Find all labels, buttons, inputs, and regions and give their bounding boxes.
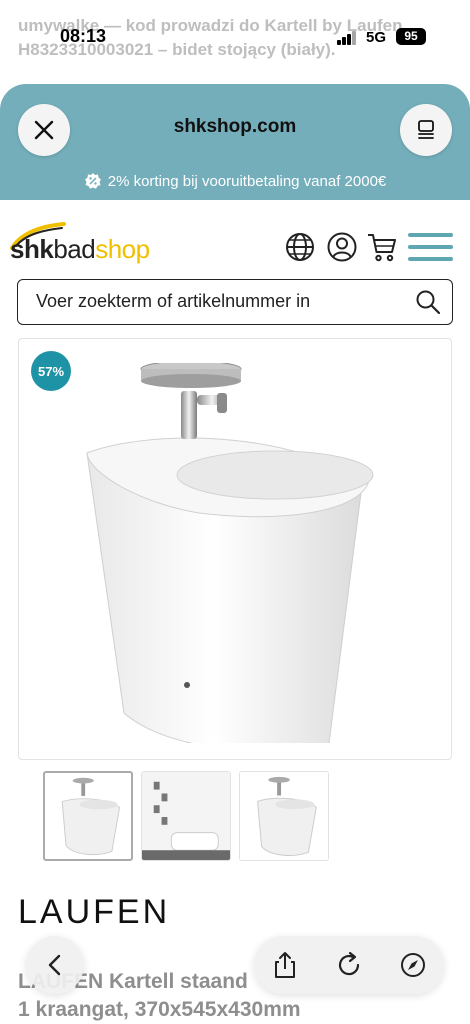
thumbnail-1[interactable] bbox=[43, 771, 133, 861]
battery-level: 95 bbox=[396, 28, 426, 45]
share-icon[interactable] bbox=[270, 950, 300, 980]
logo-part-bad: bad bbox=[53, 234, 96, 264]
page-menu-icon bbox=[418, 120, 434, 139]
logo-part-shop: shop bbox=[95, 234, 150, 264]
search-input[interactable] bbox=[18, 280, 398, 323]
status-time: 08:13 bbox=[60, 26, 107, 46]
thumbnail-image bbox=[257, 776, 317, 856]
thumbnail-2[interactable] bbox=[141, 771, 231, 861]
product-image bbox=[86, 363, 374, 743]
account-icon[interactable] bbox=[326, 231, 358, 263]
hamburger-menu-icon[interactable] bbox=[408, 233, 453, 261]
discount-badge: 57% bbox=[31, 351, 71, 391]
thumbnail-strip bbox=[43, 771, 333, 861]
chevron-left-icon bbox=[48, 954, 61, 976]
shkbadshop-logo[interactable]: shkbadshop bbox=[8, 210, 178, 266]
browser-toolbar bbox=[254, 936, 444, 994]
promo-banner: 2% korting bij vooruitbetaling vanaf 200… bbox=[0, 172, 470, 190]
browser-sheet-header: shkshop.com 2% korting bij vooruitbetali… bbox=[0, 84, 470, 200]
thumbnail-image bbox=[142, 772, 230, 860]
reload-icon[interactable] bbox=[334, 950, 364, 980]
globe-icon[interactable] bbox=[284, 231, 316, 263]
site-header: shkbadshop bbox=[0, 200, 470, 336]
signal-icon bbox=[337, 31, 357, 45]
search-icon[interactable] bbox=[415, 289, 441, 315]
discount-icon bbox=[84, 173, 101, 189]
logo-text: shkbadshop bbox=[10, 234, 150, 265]
promo-text: 2% korting bij vooruitbetaling vanaf 200… bbox=[107, 172, 387, 190]
product-title-line-2: 1 kraangat, 370x545x430mm bbox=[18, 998, 301, 1021]
network-type: 5G bbox=[366, 29, 387, 46]
brand-logo-laufen[interactable]: LAUFEN bbox=[18, 893, 170, 932]
page-menu-button[interactable] bbox=[400, 104, 452, 156]
thumbnail-3[interactable] bbox=[239, 771, 329, 861]
compass-icon[interactable] bbox=[398, 950, 428, 980]
product-image-card[interactable]: 57% bbox=[18, 338, 452, 760]
cart-icon[interactable] bbox=[366, 231, 398, 263]
logo-part-shk: shk bbox=[10, 234, 54, 264]
back-button[interactable] bbox=[26, 936, 84, 994]
search-bar bbox=[17, 279, 453, 325]
thumbnail-image bbox=[61, 777, 121, 856]
status-bar: 08:13 5G 95 bbox=[0, 26, 470, 52]
